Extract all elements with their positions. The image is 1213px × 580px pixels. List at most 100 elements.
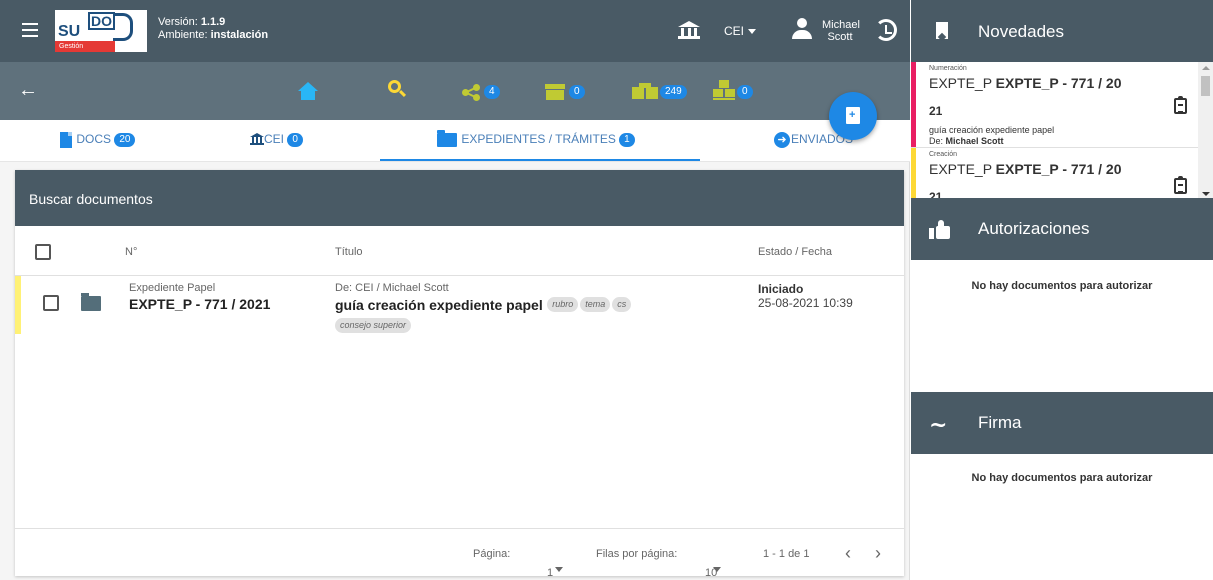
user-last-name: Scott (827, 31, 853, 43)
firma-empty-message: No hay documentos para autorizar (971, 472, 1153, 484)
back-arrow-icon[interactable]: ← (18, 80, 38, 100)
boxes-icon (632, 83, 658, 99)
toolbar: ← 4 0 249 0 (0, 62, 910, 120)
arrow-right-icon: ➜ (774, 132, 790, 148)
row-status: Iniciado (758, 282, 804, 296)
row-number: EXPTE_P - 771 / 2021 (129, 296, 271, 312)
documents-table-card: Buscar documentos N° Título Estado / Fec… (15, 170, 904, 579)
novedades-scrollbar[interactable] (1198, 62, 1213, 200)
row-title-cell: De: CEI / Michael Scott guía creación ex… (335, 282, 735, 335)
app-logo: SU DO Gestión (55, 10, 147, 52)
document-icon (60, 132, 72, 148)
logo-text-do: DO (88, 12, 115, 30)
search-header: Buscar documentos (15, 170, 904, 226)
table-row[interactable]: Expediente Papel EXPTE_P - 771 / 2021 De… (15, 276, 904, 340)
prev-page-button[interactable]: ‹ (845, 543, 851, 564)
version-label: Versión: (158, 16, 198, 28)
new-document-icon (846, 107, 860, 124)
next-page-button[interactable]: › (875, 543, 881, 564)
scrollbar-thumb[interactable] (1201, 76, 1210, 96)
item-number-line1: EXPTE_P EXPTE_P - 771 / 20 (929, 75, 1122, 91)
row-status-cell: Iniciado 25-08-2021 10:39 (758, 282, 853, 310)
item-number-line1: EXPTE_P EXPTE_P - 771 / 20 (929, 161, 1122, 177)
item-prefix: EXPTE_P (929, 161, 992, 177)
row-date: 25-08-2021 10:39 (758, 296, 853, 310)
tab-docs[interactable]: DOCS 20 (60, 132, 136, 148)
row-title[interactable]: guía creación expediente papel (335, 297, 543, 313)
tab-expedientes-label: EXPEDIENTES / TRÁMITES (461, 132, 616, 146)
scroll-up-icon[interactable] (1202, 66, 1210, 70)
tab-expedientes-badge: 1 (619, 132, 635, 147)
tab-docs-label: DOCS (76, 132, 112, 147)
clipboard-icon[interactable] (1174, 176, 1187, 194)
item-from-value: Michael Scott (945, 136, 1004, 146)
item-from: De: Michael Scott (929, 136, 1004, 146)
main-panel: SU DO Gestión Versión: 1.1.9 Ambiente: i… (0, 0, 910, 580)
item-kind: Numeración (929, 65, 967, 72)
active-tab-indicator (380, 159, 700, 161)
boxes-count-badge: 249 (660, 85, 687, 99)
row-checkbox[interactable] (43, 295, 59, 311)
tag-chip[interactable]: consejo superior (335, 318, 412, 334)
list-item[interactable]: Creación EXPTE_P EXPTE_P - 771 / 20 21 (911, 148, 1198, 199)
top-bar: SU DO Gestión Versión: 1.1.9 Ambiente: i… (0, 0, 910, 62)
chevron-down-icon (713, 567, 721, 572)
scroll-down-icon[interactable] (1202, 192, 1210, 196)
item-prefix: EXPTE_P (929, 75, 992, 91)
home-icon[interactable] (298, 82, 318, 100)
column-header-number[interactable]: N° (125, 246, 137, 258)
item-desc: guía creación expediente papel (929, 125, 1055, 135)
tag-chip[interactable]: rubro (547, 297, 579, 313)
rows-per-page-label: Filas por página: (596, 548, 678, 560)
tab-expedientes[interactable]: EXPEDIENTES / TRÁMITES 1 (437, 129, 635, 147)
autorizaciones-header: Autorizaciones (911, 198, 1213, 260)
item-number: EXPTE_P - 771 / 20 (995, 75, 1122, 91)
bookmark-icon (936, 22, 948, 42)
pagination-bar: Página: 1 Filas por página: 10 1 - 1 de … (15, 528, 904, 579)
chevron-down-icon (555, 567, 563, 572)
signature-icon: ~ (929, 412, 948, 438)
search-icon[interactable] (388, 80, 407, 98)
firma-title: Firma (978, 413, 1022, 432)
page-range: 1 - 1 de 1 (763, 548, 810, 560)
item-number-line2: 21 (929, 104, 943, 118)
menu-icon[interactable] (22, 23, 38, 37)
item-kind: Creación (929, 151, 958, 158)
tag-chip[interactable]: cs (612, 297, 632, 313)
item-from-label: De: (929, 136, 944, 146)
select-all-checkbox[interactable] (35, 244, 51, 260)
share-button[interactable]: 4 (462, 84, 512, 101)
bank-icon[interactable] (678, 21, 700, 41)
autorizaciones-empty-message: No hay documentos para autorizar (971, 280, 1153, 292)
list-item[interactable]: Numeración EXPTE_P EXPTE_P - 771 / 20 21… (911, 62, 1198, 148)
column-header-status[interactable]: Estado / Fecha (758, 246, 832, 258)
tab-cei[interactable]: CEI 0 (250, 132, 303, 147)
env-value: instalación (210, 29, 269, 41)
logo-text-su: SU (58, 23, 81, 40)
tab-cei-label: CEI (264, 132, 285, 146)
item-number: EXPTE_P - 771 / 20 (995, 161, 1122, 177)
row-type: Expediente Papel (129, 282, 216, 294)
pallet-button[interactable]: 0 (713, 80, 768, 100)
tag-chip[interactable]: tema (580, 297, 611, 313)
archive-count-badge: 0 (569, 85, 585, 99)
row-from: De: CEI / Michael Scott (335, 282, 449, 294)
novedades-header: Novedades (911, 0, 1213, 62)
bank-icon (250, 133, 264, 146)
history-icon[interactable] (875, 19, 897, 41)
org-selector[interactable]: CEI (724, 24, 757, 38)
tab-docs-badge: 20 (114, 133, 136, 147)
env-label: Ambiente: (158, 29, 208, 41)
tab-cei-badge: 0 (287, 132, 303, 147)
archive-button[interactable]: 0 (545, 84, 595, 100)
user-icon[interactable] (792, 18, 812, 42)
clipboard-icon[interactable] (1174, 96, 1187, 114)
user-name[interactable]: Michael Scott (822, 19, 860, 43)
share-count-badge: 4 (484, 85, 500, 99)
logo-mark (113, 13, 133, 41)
column-header-title[interactable]: Título (335, 246, 363, 258)
thumbs-up-icon (929, 220, 951, 240)
folder-icon (81, 293, 101, 311)
boxes-button[interactable]: 249 (632, 83, 702, 101)
new-document-button[interactable] (829, 92, 877, 140)
